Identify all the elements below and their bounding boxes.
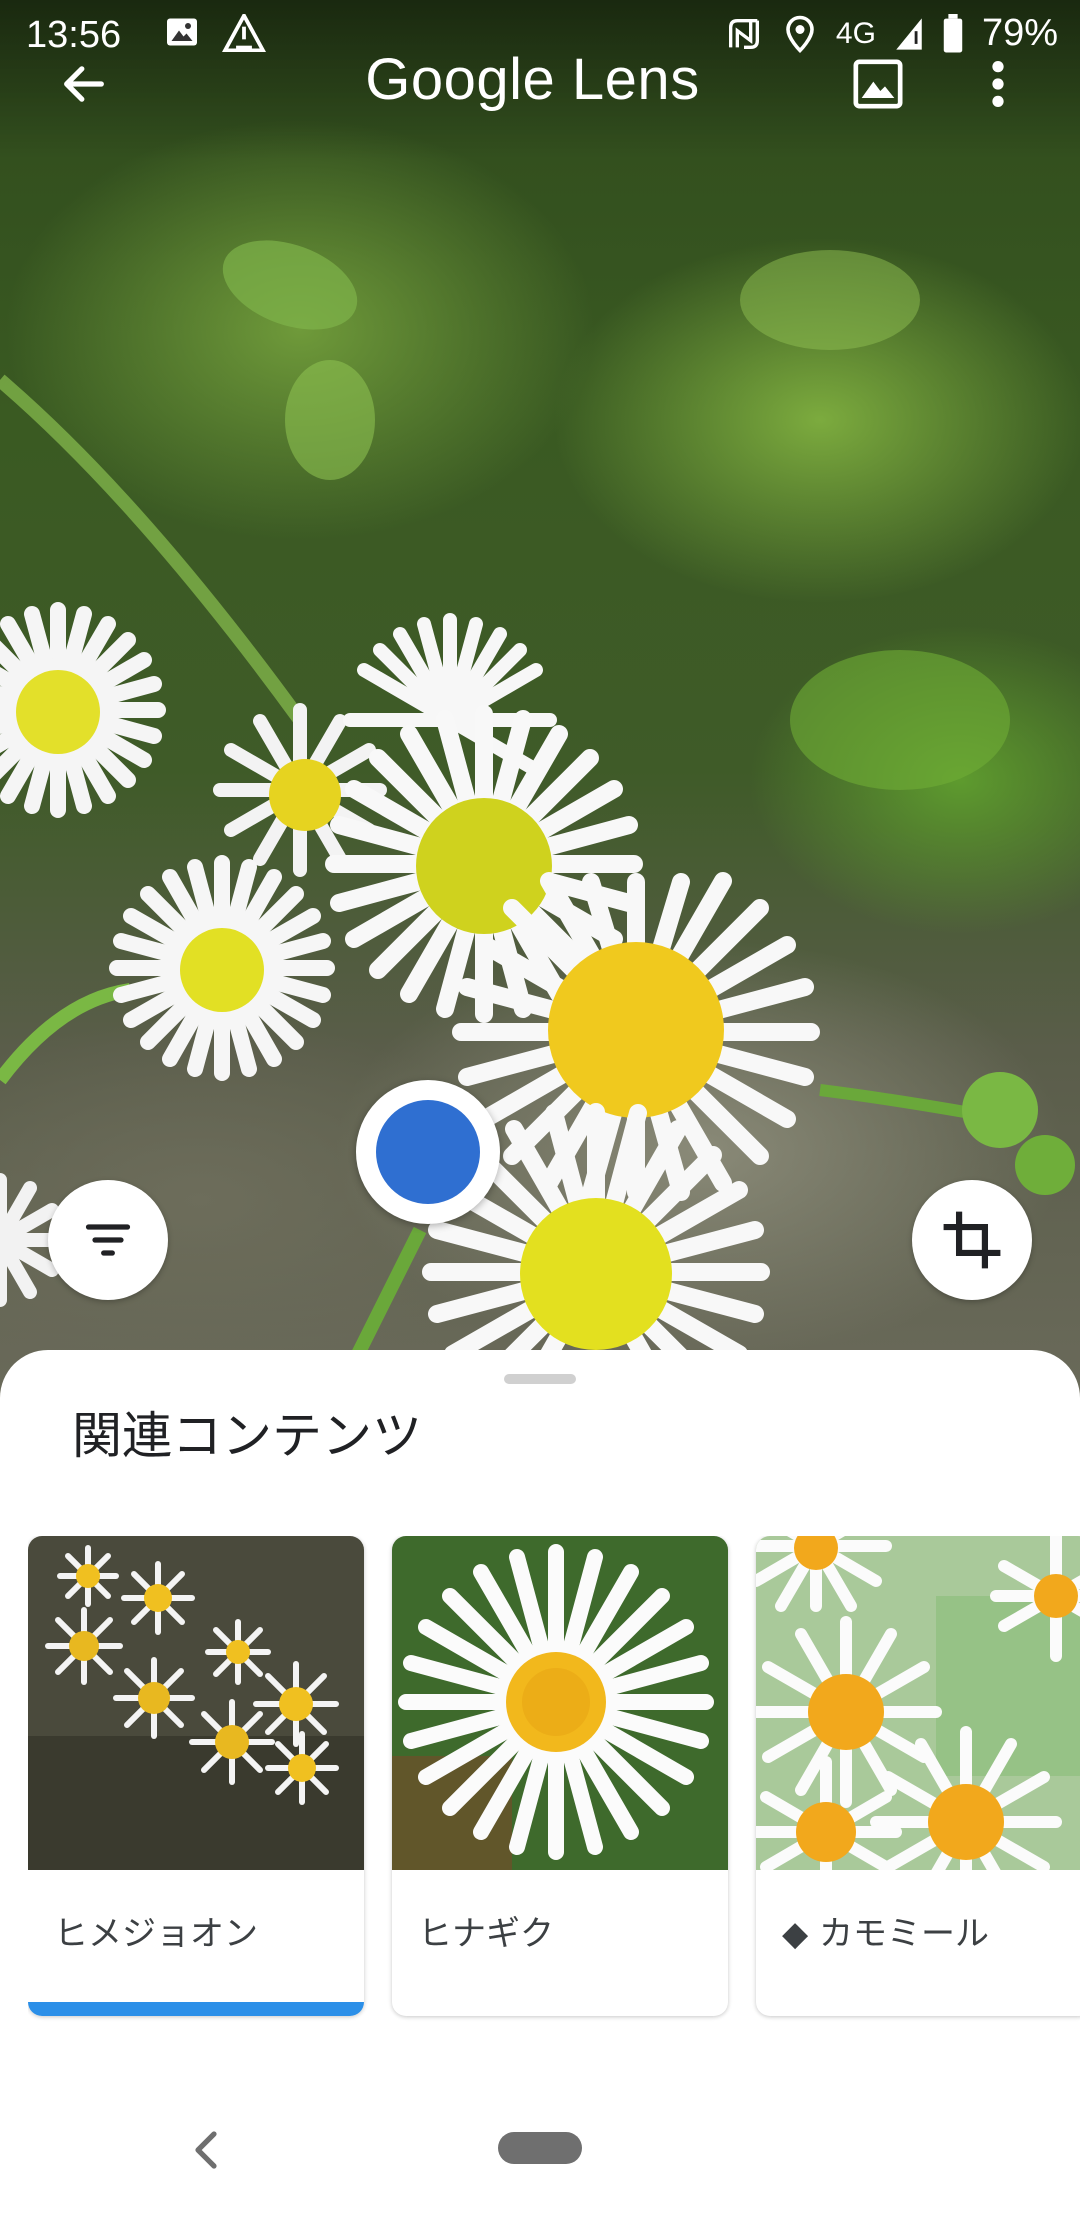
result-card-himejoon[interactable]: ヒメジョオン: [28, 1536, 364, 2016]
gallery-button[interactable]: [838, 44, 918, 124]
results-carousel[interactable]: ヒメジョオン ヒナギク ◆ カモミール: [28, 1536, 1080, 2036]
result-card-image: [756, 1536, 1080, 1870]
app-bar: Google Lens: [0, 40, 1080, 130]
result-card-image: [392, 1536, 728, 1870]
nav-back-icon: [195, 2131, 217, 2169]
result-card-hinagiku[interactable]: ヒナギク: [392, 1536, 728, 2016]
crop-button[interactable]: [912, 1180, 1032, 1300]
result-card-chamomile[interactable]: ◆ カモミール: [756, 1536, 1080, 2016]
crop-icon: [943, 1211, 1001, 1269]
nav-back-button[interactable]: [186, 2122, 226, 2178]
filter-icon: [85, 1224, 131, 1256]
system-navigation-bar: [0, 2100, 1080, 2200]
shutter-dot: [376, 1100, 480, 1204]
sheet-drag-handle[interactable]: [504, 1374, 576, 1384]
filter-button[interactable]: [48, 1180, 168, 1300]
result-card-image: [28, 1536, 364, 1870]
flower-left-middle: [109, 855, 335, 1081]
result-card-label: ◆ カモミール: [782, 1914, 989, 1954]
selected-indicator: [28, 2002, 364, 2016]
results-sheet[interactable]: 関連コンテンツ ヒメジョオン ヒナギク ◆ カモミール: [0, 1350, 1080, 2220]
daisy-photo: [392, 1536, 728, 1870]
result-card-label: ヒナギク: [418, 1914, 554, 1954]
more-options-button[interactable]: [958, 44, 1038, 124]
result-card-label: ヒメジョオン: [54, 1914, 258, 1954]
daisy-flowers-image: [0, 0, 1080, 1400]
flower-left-top: [0, 602, 166, 818]
more-vert-icon: [992, 61, 1004, 107]
results-title: 関連コンテンツ: [72, 1407, 422, 1465]
camera-preview-image[interactable]: [0, 0, 1080, 1400]
image-gallery-icon: [853, 59, 903, 109]
shutter-button[interactable]: [356, 1080, 500, 1224]
chamomile-photo: [756, 1536, 1080, 1870]
fleabane-photo: [28, 1536, 364, 1870]
home-pill-icon[interactable]: [498, 2132, 582, 2164]
